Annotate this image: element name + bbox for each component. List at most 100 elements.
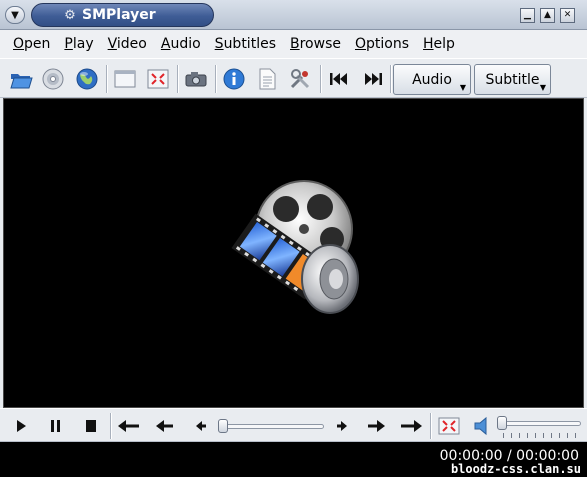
- title-bar: ▼ ⚙ SMPlayer ▁ ▲ ✕: [0, 0, 587, 30]
- menu-options[interactable]: Options: [348, 36, 416, 52]
- menu-video[interactable]: Video: [101, 36, 154, 52]
- dropdown-arrow-icon: ▼: [539, 83, 546, 92]
- seek-slider[interactable]: [218, 419, 326, 433]
- arrow-right-long-icon: [401, 420, 422, 432]
- arrow-left-long-icon: [118, 420, 139, 432]
- tools-icon: [290, 69, 310, 89]
- open-url-button[interactable]: [72, 64, 102, 94]
- menu-open-mnemonic: O: [13, 36, 25, 52]
- toolbar-separator: [177, 65, 179, 93]
- menu-help-label: elp: [433, 36, 455, 52]
- menu-video-mnemonic: V: [107, 36, 117, 52]
- playlist-button[interactable]: [252, 64, 282, 94]
- menu-help-mnemonic: H: [423, 36, 434, 52]
- control-bar: [0, 408, 587, 442]
- audio-combo-label: Audio: [412, 71, 452, 88]
- forward-short-button[interactable]: [327, 412, 357, 440]
- controls-separator: [110, 413, 112, 439]
- status-bar: 00:00:00 / 00:00:00 bloodz-css.clan.su: [0, 442, 587, 477]
- arrow-left-icon: [156, 420, 173, 432]
- menu-browse[interactable]: Browse: [283, 36, 348, 52]
- seek-groove: [222, 424, 324, 429]
- mute-button[interactable]: [467, 412, 497, 440]
- file-info-button[interactable]: [219, 64, 249, 94]
- subtitle-track-combo[interactable]: Subtitle ▼: [474, 64, 551, 95]
- toolbar-separator: [106, 65, 108, 93]
- screenshot-button[interactable]: [181, 64, 211, 94]
- menu-audio-label: udio: [170, 36, 201, 52]
- menu-open-label: pen: [24, 36, 51, 52]
- toolbar-separator: [320, 65, 322, 93]
- menu-subtitles-mnemonic: S: [214, 36, 224, 52]
- window-icon: [114, 70, 136, 88]
- stop-button[interactable]: [76, 412, 106, 440]
- seek-handle[interactable]: [218, 419, 228, 433]
- arrow-right-short-icon: [337, 421, 347, 431]
- forward-long-button[interactable]: [396, 412, 426, 440]
- menu-bar: Open Play Video Audio Subtitles Browse O…: [0, 30, 587, 58]
- menu-audio[interactable]: Audio: [154, 36, 208, 52]
- open-file-button[interactable]: [6, 64, 36, 94]
- pause-button[interactable]: [41, 412, 71, 440]
- menu-video-label: ideo: [116, 36, 147, 52]
- menu-play-mnemonic: P: [64, 36, 73, 52]
- skip-back-icon: [330, 73, 347, 85]
- volume-ticks: [503, 433, 579, 438]
- toolbar-separator: [215, 65, 217, 93]
- volume-slider[interactable]: [497, 415, 583, 439]
- menu-browse-mnemonic: B: [290, 36, 300, 52]
- chevron-down-icon: ▼: [11, 9, 19, 21]
- dropdown-arrow-icon: ▼: [459, 83, 466, 92]
- previous-button[interactable]: [324, 64, 354, 94]
- window-title: SMPlayer: [82, 7, 156, 23]
- folder-open-icon: [10, 74, 33, 89]
- fullscreen-toggle-button[interactable]: [434, 412, 464, 440]
- minimize-button[interactable]: ▁: [520, 8, 535, 23]
- audio-track-combo[interactable]: Audio ▼: [393, 64, 471, 95]
- playlist-icon: [259, 68, 276, 90]
- menu-browse-label: rowse: [299, 36, 341, 52]
- smplayer-logo: [231, 180, 359, 314]
- fullscreen-icon: [438, 417, 460, 435]
- toolbar-separator: [390, 65, 392, 93]
- close-icon: ✕: [563, 10, 572, 20]
- window-menu-button[interactable]: ▼: [5, 6, 25, 24]
- rewind-medium-button[interactable]: [150, 412, 180, 440]
- preferences-button[interactable]: [285, 64, 315, 94]
- speaker-icon: [474, 416, 487, 436]
- globe-icon: [76, 68, 98, 90]
- pause-icon: [51, 420, 60, 432]
- close-button[interactable]: ✕: [560, 8, 575, 23]
- menu-options-mnemonic: O: [354, 36, 367, 52]
- stop-icon: [86, 420, 96, 432]
- fullscreen-button[interactable]: [143, 64, 173, 94]
- menu-play-label: lay: [72, 36, 94, 52]
- play-button[interactable]: [6, 412, 36, 440]
- next-button[interactable]: [358, 64, 388, 94]
- volume-handle[interactable]: [497, 416, 507, 430]
- arrow-right-icon: [368, 420, 385, 432]
- play-icon: [17, 420, 26, 432]
- info-icon: [223, 68, 245, 90]
- main-toolbar: Audio ▼ Subtitle ▼: [0, 58, 587, 98]
- open-disc-button[interactable]: [38, 64, 68, 94]
- maximize-icon: ▲: [544, 10, 551, 20]
- app-icon: ⚙: [64, 7, 76, 23]
- menu-subtitles[interactable]: Subtitles: [208, 36, 283, 52]
- compact-mode-button[interactable]: [110, 64, 140, 94]
- rewind-long-button[interactable]: [114, 412, 144, 440]
- volume-groove: [501, 421, 581, 426]
- video-area[interactable]: [3, 98, 584, 408]
- forward-medium-button[interactable]: [361, 412, 391, 440]
- menu-help[interactable]: Help: [416, 36, 462, 52]
- menu-options-label: ptions: [366, 36, 410, 52]
- watermark-text: bloodz-css.clan.su: [450, 462, 581, 476]
- rewind-short-button[interactable]: [186, 412, 216, 440]
- menu-open[interactable]: Open: [6, 36, 57, 52]
- controls-separator: [430, 413, 432, 439]
- maximize-button[interactable]: ▲: [540, 8, 555, 23]
- title-pill[interactable]: ⚙ SMPlayer: [31, 3, 214, 27]
- minimize-icon: ▁: [524, 10, 531, 20]
- fullscreen-icon: [147, 69, 169, 89]
- menu-play[interactable]: Play: [57, 36, 100, 52]
